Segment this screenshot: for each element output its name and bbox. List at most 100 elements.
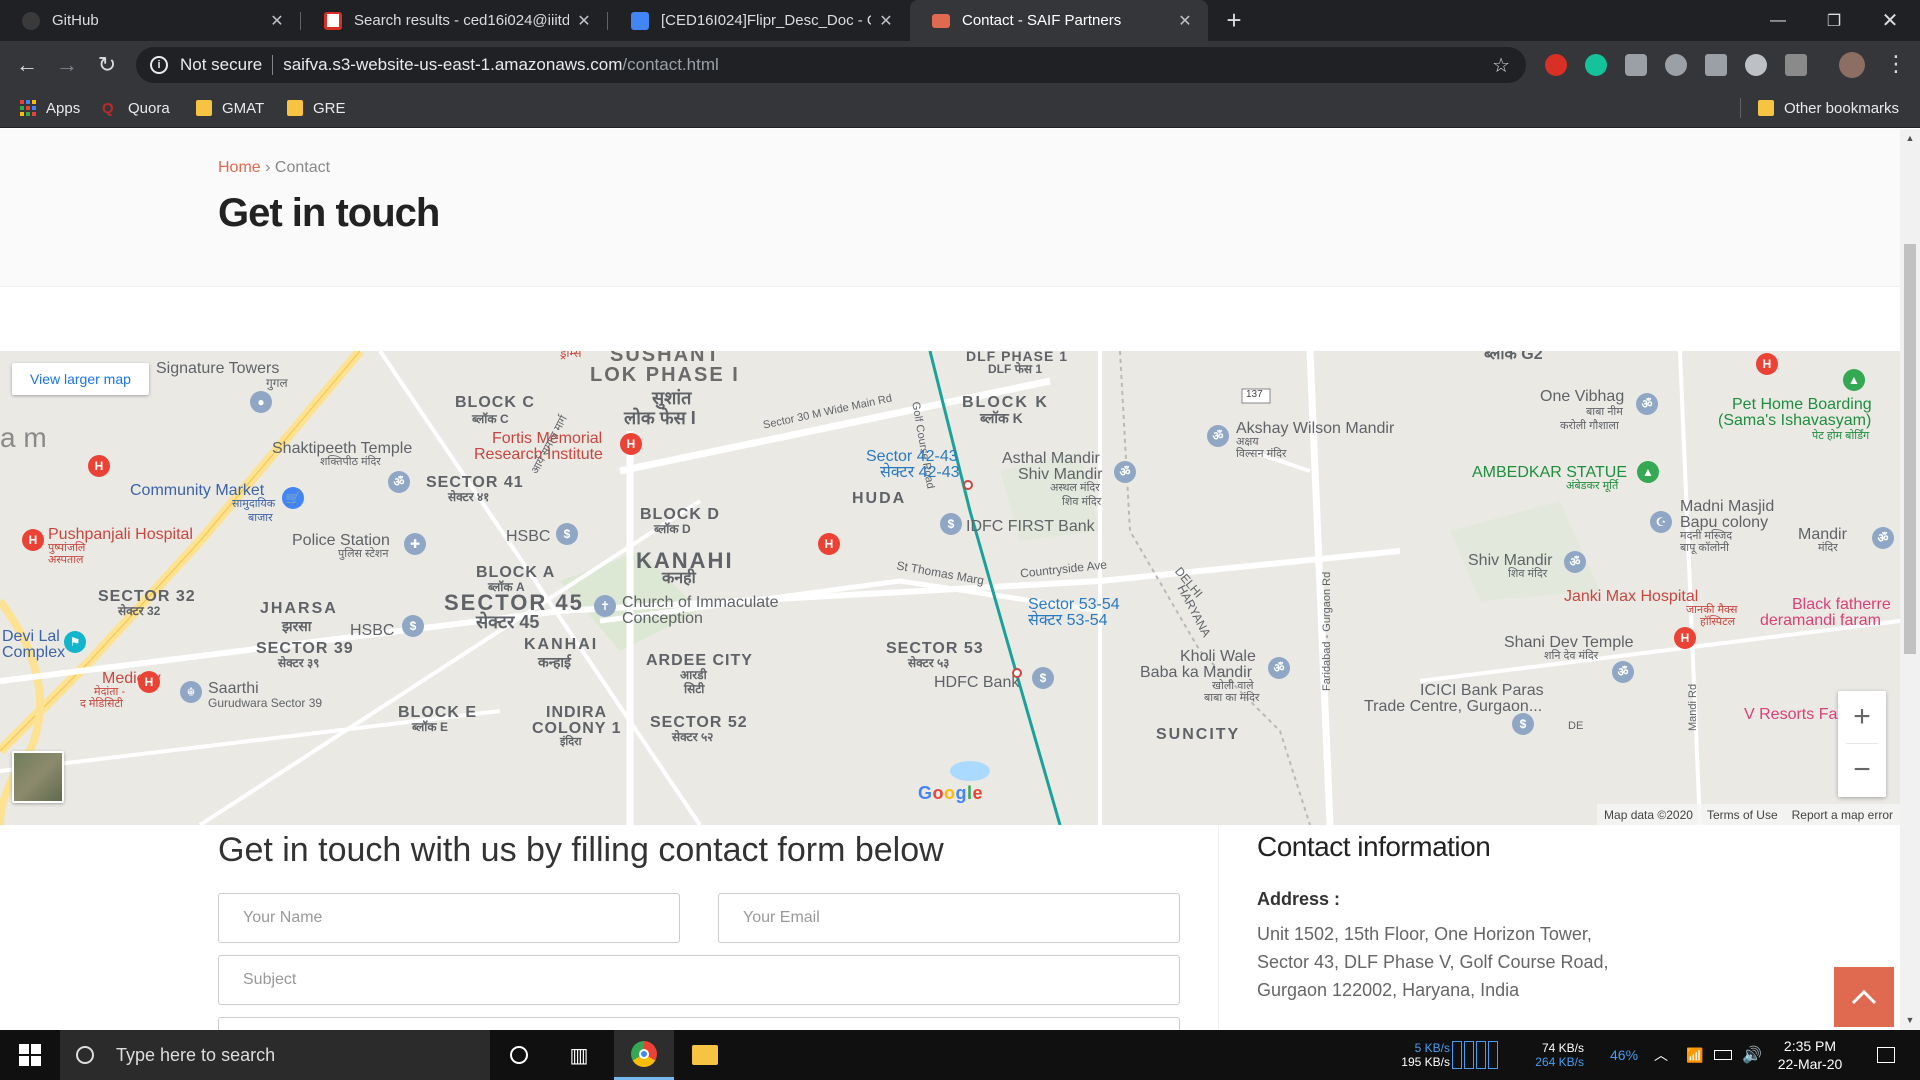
forward-button[interactable]: → (52, 50, 82, 80)
map-label: सेक्टर ५२ (672, 730, 714, 744)
close-icon[interactable]: ✕ (1176, 11, 1194, 31)
back-to-top-button[interactable] (1834, 967, 1894, 1027)
scroll-down-icon[interactable]: ▼ (1900, 1015, 1920, 1025)
shopping-pin-icon[interactable]: 🛒 (282, 487, 304, 509)
message-field[interactable] (218, 1017, 1180, 1030)
close-icon[interactable]: ✕ (575, 11, 593, 31)
reload-button[interactable]: ↻ (92, 50, 122, 80)
google-map[interactable]: View larger map a m Signature Towers गुग… (0, 351, 1900, 825)
close-icon[interactable]: ✕ (268, 11, 286, 31)
browser-toolbar: ← → ↻ i Not secure saifva.s3-website-us-… (0, 41, 1920, 88)
clock[interactable]: 2:35 PM 22-Mar-20 (1770, 1030, 1850, 1080)
email-field[interactable]: Your Email (718, 893, 1180, 943)
task-view-button[interactable]: ▥ (556, 1030, 602, 1080)
close-icon[interactable]: ✕ (877, 11, 895, 31)
subject-placeholder: Subject (243, 971, 297, 988)
start-button[interactable] (0, 1030, 60, 1080)
park-pin-icon[interactable]: ▲ (1843, 369, 1865, 391)
temple-pin-icon[interactable]: ॐ (1268, 657, 1290, 679)
chrome-taskbar-button[interactable] (614, 1030, 674, 1080)
tab-docs[interactable]: [CED16I024]Flipr_Desc_Doc - Goo ✕ (609, 0, 909, 41)
play-extension-icon[interactable] (1745, 54, 1767, 76)
zoom-out-button[interactable]: − (1838, 744, 1886, 796)
mosque-pin-icon[interactable]: ☪ (1650, 511, 1672, 533)
map-label: 137 (1246, 389, 1263, 400)
tab-separator (607, 12, 608, 30)
breadcrumb-home-link[interactable]: Home (218, 159, 261, 176)
temple-pin-icon[interactable]: ॐ (1872, 527, 1894, 549)
bookmark-apps[interactable]: Apps (20, 96, 80, 120)
github-icon (22, 11, 40, 30)
bank-pin-icon[interactable]: $ (1512, 713, 1534, 735)
monument-pin-icon[interactable]: ▲ (1637, 461, 1659, 483)
new-tab-button[interactable]: + (1220, 6, 1248, 34)
cortana-button[interactable] (496, 1030, 542, 1080)
menu-icon[interactable]: ⋮ (1885, 51, 1907, 77)
name-field[interactable]: Your Name (218, 893, 680, 943)
bank-pin-icon[interactable]: $ (1032, 667, 1054, 689)
breadcrumb-separator: › (265, 159, 271, 176)
temple-pin-icon[interactable]: ॐ (1114, 461, 1136, 483)
bookmark-quora[interactable]: Q Quora (102, 96, 170, 120)
volume-icon[interactable]: 🔊 (1742, 1030, 1762, 1080)
page-scrollbar[interactable]: ▲ ▼ (1900, 129, 1920, 1030)
hospital-pin-icon[interactable]: H (620, 433, 642, 455)
church-pin-icon[interactable]: ✝ (594, 595, 616, 617)
restore-button[interactable]: ❐ (1806, 0, 1862, 41)
facebook-extension-icon[interactable] (1785, 54, 1807, 76)
hospital-pin-icon[interactable]: H (22, 529, 44, 551)
taskbar-search[interactable]: Type here to search (60, 1030, 490, 1080)
camera-extension-icon[interactable] (1625, 54, 1647, 76)
report-map-error-link[interactable]: Report a map error (1785, 808, 1900, 822)
hospital-pin-icon[interactable]: H (1756, 353, 1778, 375)
show-hidden-icons-button[interactable]: ︿ (1654, 1030, 1668, 1080)
hospital-pin-icon[interactable]: H (138, 671, 160, 693)
back-button[interactable]: ← (12, 50, 42, 80)
scroll-up-icon[interactable]: ▲ (1900, 133, 1920, 143)
view-larger-map-link[interactable]: View larger map (12, 363, 149, 395)
hospital-pin-icon[interactable]: H (818, 533, 840, 555)
cast-extension-icon[interactable] (1705, 54, 1727, 76)
hospital-pin-icon[interactable]: H (88, 455, 110, 477)
map-label: LOK PHASE I (590, 364, 740, 386)
bookmark-gmat[interactable]: GMAT (196, 96, 264, 120)
bank-pin-icon[interactable]: $ (940, 513, 962, 535)
battery-icon[interactable] (1714, 1030, 1732, 1080)
map-label: पुलिस स्टेशन (338, 548, 389, 560)
tab-saif[interactable]: Contact - SAIF Partners ✕ (910, 0, 1208, 41)
tab-github[interactable]: GitHub ✕ (0, 0, 300, 41)
scrollbar-thumb[interactable] (1904, 244, 1916, 654)
bookmark-other[interactable]: Other bookmarks (1758, 96, 1899, 120)
hospital-pin-icon[interactable]: H (1674, 627, 1696, 649)
terms-of-use-link[interactable]: Terms of Use (1700, 808, 1785, 822)
tab-gmail[interactable]: Search results - ced16i024@iiitdm ✕ (302, 0, 607, 41)
temple-pin-icon[interactable]: ॐ (1636, 393, 1658, 415)
temple-pin-icon[interactable]: ॐ (1612, 661, 1634, 683)
zoom-in-button[interactable]: + (1838, 691, 1886, 743)
wifi-icon[interactable]: 📶 (1686, 1030, 1703, 1080)
close-window-button[interactable]: ✕ (1862, 0, 1918, 41)
bookmark-gre[interactable]: GRE (287, 96, 346, 120)
adblock-extension-icon[interactable] (1545, 54, 1567, 76)
minimize-button[interactable]: — (1750, 0, 1806, 41)
temple-pin-icon[interactable]: ॐ (1207, 425, 1229, 447)
police-pin-icon[interactable]: ✚ (404, 533, 426, 555)
gurudwara-pin-icon[interactable]: ☬ (180, 681, 202, 703)
notification-icon (1877, 1047, 1895, 1063)
place-pin-icon[interactable]: ● (250, 391, 272, 413)
chat-extension-icon[interactable] (1665, 54, 1687, 76)
temple-pin-icon[interactable]: ॐ (1564, 551, 1586, 573)
satellite-toggle-button[interactable] (12, 751, 64, 803)
grammarly-extension-icon[interactable] (1585, 54, 1607, 76)
sports-pin-icon[interactable]: ⚑ (64, 631, 86, 653)
bank-pin-icon[interactable]: $ (402, 615, 424, 637)
file-explorer-button[interactable] (680, 1030, 730, 1080)
temple-pin-icon[interactable]: ॐ (388, 471, 410, 493)
info-icon[interactable]: i (150, 56, 168, 74)
bank-pin-icon[interactable]: $ (556, 523, 578, 545)
address-bar[interactable]: i Not secure saifva.s3-website-us-east-1… (136, 47, 1526, 83)
avatar[interactable] (1839, 52, 1865, 78)
notifications-button[interactable] (1866, 1030, 1906, 1080)
subject-field[interactable]: Subject (218, 955, 1180, 1005)
bookmark-star-icon[interactable]: ☆ (1492, 53, 1510, 78)
